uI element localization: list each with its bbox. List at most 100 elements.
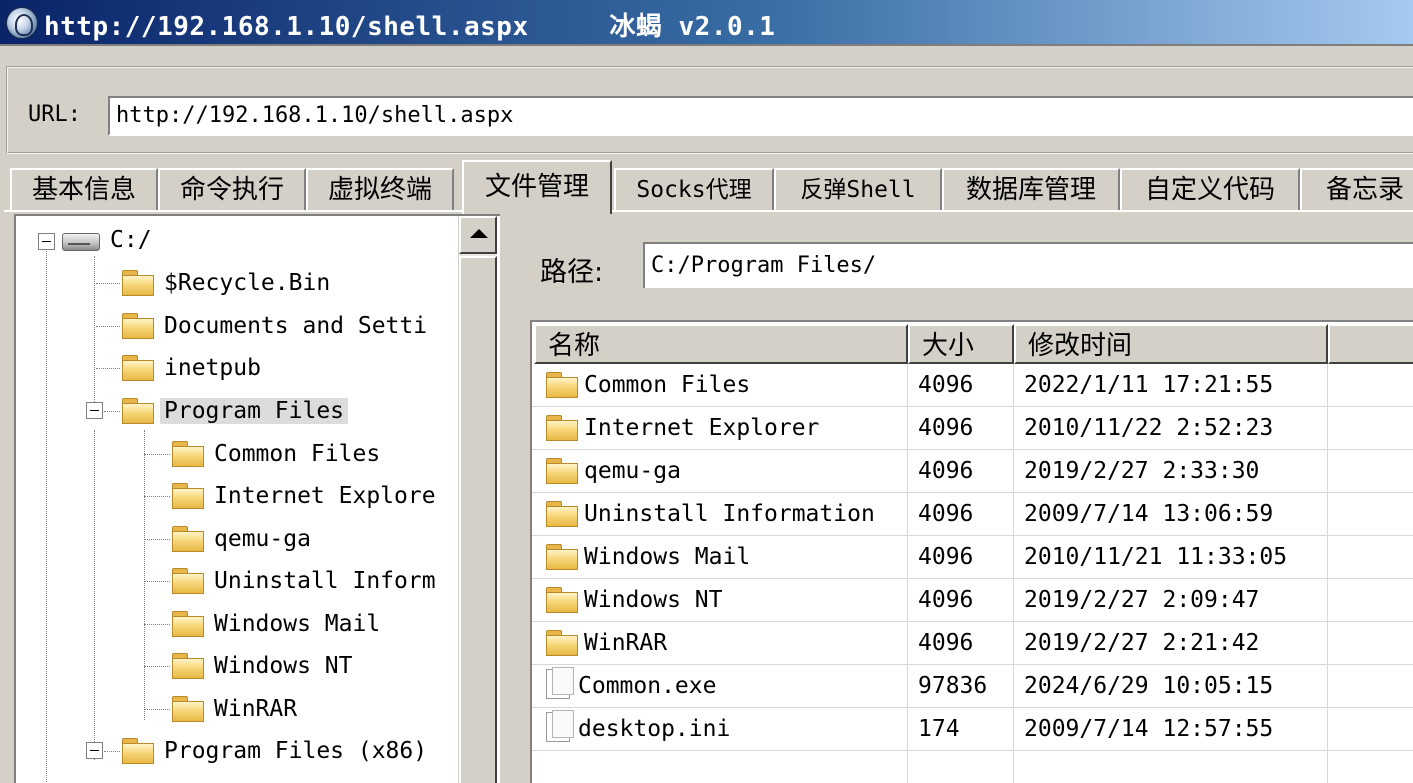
file-extra-cell [1328,536,1413,579]
file-name: Windows NT [584,587,723,613]
file-modified-cell: 2010/11/21 11:33:05 [1014,536,1328,579]
table-row[interactable]: qemu-ga 4096 2019/2/27 2:33:30 [532,450,1413,493]
file-name: qemu-ga [584,458,681,484]
file-extra-cell [1328,708,1413,751]
url-label: URL: [28,102,81,127]
url-input[interactable]: http://192.168.1.10/shell.aspx [108,96,1413,136]
folder-icon [546,501,578,527]
file-name: Common.exe [578,673,717,699]
file-name-cell: WinRAR [532,622,908,665]
file-extra-cell [1328,622,1413,665]
table-row[interactable]: Common.exe 97836 2024/6/29 10:05:15 [532,665,1413,708]
tab-socks-proxy[interactable]: Socks代理 [614,168,774,212]
scroll-up-arrow-icon[interactable] [459,216,497,254]
tree-connector [144,454,170,455]
file-modified-cell: 2010/11/22 2:52:23 [1014,407,1328,450]
table-row-empty [532,751,1413,783]
drive-icon [60,229,100,251]
folder-icon [172,526,204,552]
folder-icon [546,587,578,613]
tree-item[interactable]: Common Files [172,434,384,474]
tree-item-label: Windows NT [214,653,353,679]
table-row[interactable]: Internet Explorer 4096 2010/11/22 2:52:2… [532,407,1413,450]
file-list-table[interactable]: 名称 大小 修改时间 Common Files 4096 2022/1/11 1… [530,320,1413,783]
tab-memo[interactable]: 备忘录 [1300,168,1413,212]
tree-connector [144,496,170,497]
tree-connector [144,666,170,667]
file-size-cell: 4096 [908,493,1014,536]
collapse-icon[interactable] [86,402,103,419]
table-row[interactable]: Windows NT 4096 2019/2/27 2:09:47 [532,579,1413,622]
file-name-cell: Windows Mail [532,536,908,579]
empty-cell [532,751,908,783]
column-header-name[interactable]: 名称 [534,324,908,364]
tree-item[interactable]: Program Files (x86) [122,731,431,771]
folder-icon [122,738,154,764]
tree-item[interactable]: Documents and Setti [122,306,431,346]
file-extra-cell [1328,665,1413,708]
folder-icon [546,544,578,570]
file-icon [542,667,574,699]
column-header-size[interactable]: 大小 [908,324,1014,364]
folder-icon [172,653,204,679]
tab-command-exec[interactable]: 命令执行 [158,168,306,212]
tab-virtual-terminal[interactable]: 虚拟终端 [306,168,454,212]
tab-database-manager[interactable]: 数据库管理 [942,168,1120,212]
table-row[interactable]: Uninstall Information 4096 2009/7/14 13:… [532,493,1413,536]
table-row[interactable]: Common Files 4096 2022/1/11 17:21:55 [532,364,1413,407]
tree-item[interactable]: WinRAR [172,689,301,729]
tree-guide-line [46,248,47,783]
column-header-extra[interactable] [1328,324,1413,364]
file-modified-cell: 2009/7/14 12:57:55 [1014,708,1328,751]
file-name-cell: desktop.ini [532,708,908,751]
tab-file-manager[interactable]: 文件管理 [462,160,612,214]
table-row[interactable]: desktop.ini 174 2009/7/14 12:57:55 [532,708,1413,751]
table-row[interactable]: WinRAR 4096 2019/2/27 2:21:42 [532,622,1413,665]
tree-connector [104,411,120,412]
file-name-cell: Common.exe [532,665,908,708]
directory-tree[interactable]: C:/ $Recycle.Bin Documents and Setti ine… [14,214,500,783]
folder-icon [172,441,204,467]
folder-icon [122,270,154,296]
path-label: 路径: [540,257,604,288]
collapse-icon[interactable] [86,742,103,759]
scroll-thumb[interactable] [459,256,497,783]
table-row[interactable]: Windows Mail 4096 2010/11/21 11:33:05 [532,536,1413,579]
folder-icon [546,415,578,441]
tree-item-label: Windows Mail [214,611,381,637]
file-name-cell: Common Files [532,364,908,407]
path-input[interactable]: C:/Program Files/ [643,242,1413,288]
tree-item[interactable]: qemu-ga [172,519,315,559]
collapse-icon[interactable] [38,233,55,250]
folder-icon [122,355,154,381]
file-size-cell: 4096 [908,364,1014,407]
tree-item[interactable]: Uninstall Inform [172,561,440,601]
folder-icon [172,696,204,722]
tab-basic-info[interactable]: 基本信息 [10,168,158,212]
tree-scrollbar[interactable] [458,216,497,783]
file-extra-cell [1328,579,1413,622]
folder-icon [172,568,204,594]
tree-item-label: Program Files (x86) [164,738,428,764]
tree-item-selected[interactable]: Program Files [122,391,349,431]
tab-custom-code[interactable]: 自定义代码 [1120,168,1300,212]
file-name: Windows Mail [584,544,751,570]
empty-cell [1014,751,1328,783]
file-name: Common Files [584,372,751,398]
tree-item[interactable]: Windows Mail [172,604,384,644]
file-size-cell: 4096 [908,407,1014,450]
tree-item[interactable]: Windows NT [172,646,356,686]
tree-item[interactable]: $Recycle.Bin [122,263,334,303]
tree-item[interactable]: inetpub [122,348,265,388]
tab-panel-border [4,210,1413,212]
folder-icon [122,313,154,339]
column-header-modified[interactable]: 修改时间 [1014,324,1328,364]
tab-reverse-shell[interactable]: 反弹Shell [774,168,942,212]
file-size-cell: 174 [908,708,1014,751]
tree-guide-line [94,430,95,760]
tree-item-label: Internet Explore [214,483,436,509]
tree-item-label: C:/ [110,227,152,253]
tree-item-root[interactable]: C:/ [60,220,156,260]
file-modified-cell: 2009/7/14 13:06:59 [1014,493,1328,536]
tree-item[interactable]: Internet Explore [172,476,440,516]
